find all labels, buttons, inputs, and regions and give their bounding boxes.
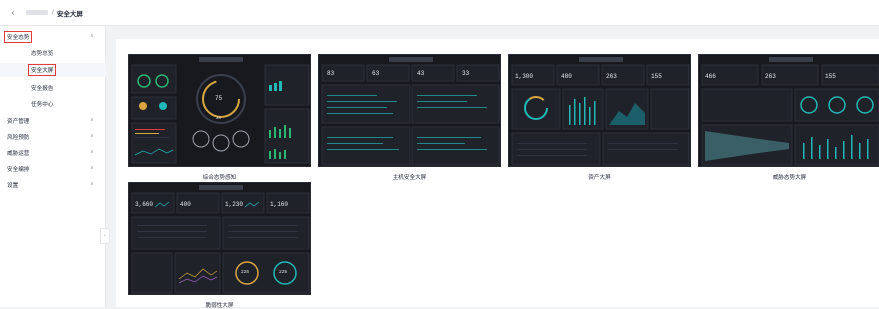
chevron-left-icon: ‹ <box>11 8 15 17</box>
back-button[interactable]: ‹ <box>8 8 18 18</box>
dashboard-preview <box>699 55 879 166</box>
sidebar-group-threat-operations[interactable]: 威胁运营 ∨ <box>0 146 106 160</box>
stat-value: 480 <box>561 73 572 80</box>
screen-thumbnail[interactable]: 466 263 155 <box>698 54 879 167</box>
dashboard-preview <box>509 55 690 166</box>
screen-card-title[interactable]: 综合态势感知 <box>128 173 311 181</box>
dashboard-preview <box>129 55 310 166</box>
stat-value: 263 <box>765 73 776 80</box>
sidebar-group-label: 风险预防 <box>7 135 30 141</box>
screen-card-title[interactable]: 脆弱性大屏 <box>128 301 311 309</box>
sidebar-group-label: 设置 <box>7 183 19 189</box>
chevron-left-icon: ‹ <box>104 233 106 239</box>
stat-value: 33 <box>462 70 470 77</box>
sidebar-item-label: 安全报告 <box>31 86 54 92</box>
dashboard-preview <box>319 55 500 166</box>
chevron-up-icon: ∧ <box>90 33 94 39</box>
stat-value: 263 <box>606 73 617 80</box>
screen-card-title[interactable]: 主机安全大屏 <box>318 173 501 181</box>
stat-value: 63 <box>372 70 380 77</box>
screen-gallery: 75 28 综合态势感知 83 63 43 33 主机安全大屏 1,300 48… <box>116 39 879 309</box>
sidebar: 安全态势 ∧ 态势总览 安全大屏 安全报告 任务中心 资产管理 ∨ 风险预防 ∨… <box>0 26 106 307</box>
breadcrumb-current: 安全大屏 <box>56 10 83 18</box>
sidebar-item-posture-overview[interactable]: 态势总览 <box>0 46 106 60</box>
sidebar-group-asset-management[interactable]: 资产管理 ∨ <box>0 114 106 128</box>
dashboard-preview <box>129 183 310 294</box>
stat-value: 43 <box>417 70 425 77</box>
screen-thumbnail[interactable]: 1,300 480 263 155 <box>508 54 691 167</box>
chevron-down-icon: ∨ <box>90 117 94 123</box>
sidebar-item-security-report[interactable]: 安全报告 <box>0 81 106 95</box>
stat-value: 155 <box>651 73 662 80</box>
screen-thumbnail[interactable]: 83 63 43 33 <box>318 54 501 167</box>
chevron-down-icon: ∨ <box>90 181 94 187</box>
sidebar-item-label: 安全大屏 <box>28 64 57 76</box>
stat-value: 155 <box>825 73 836 80</box>
screen-card-title[interactable]: 资产大屏 <box>508 173 691 181</box>
breadcrumb-previous[interactable] <box>26 10 48 15</box>
screen-thumbnail[interactable]: 3,660 400 1,230 1,160 225 225 <box>128 182 311 295</box>
chevron-down-icon: ∨ <box>90 165 94 171</box>
stat-value: 1,160 <box>270 201 289 208</box>
stat-value: 466 <box>705 73 716 80</box>
sidebar-item-label: 任务中心 <box>31 102 54 108</box>
stat-value: 3,660 <box>135 201 154 208</box>
screen-thumbnail[interactable]: 75 28 <box>128 54 311 167</box>
sidebar-group-security-orchestration[interactable]: 安全编排 ∨ <box>0 162 106 176</box>
stat-value: 225 <box>279 270 288 275</box>
sidebar-collapse-button[interactable]: ‹ <box>100 228 110 244</box>
sidebar-group-label: 安全态势 <box>4 31 33 43</box>
sidebar-item-task-center[interactable]: 任务中心 <box>0 97 106 111</box>
stat-value: 83 <box>327 70 335 77</box>
top-bar: ‹ / 安全大屏 <box>0 0 879 26</box>
chevron-down-icon: ∨ <box>90 149 94 155</box>
stat-value: 75 <box>215 95 223 102</box>
sidebar-item-security-screen[interactable]: 安全大屏 <box>0 63 106 77</box>
sidebar-group-risk-prevention[interactable]: 风险预防 ∨ <box>0 130 106 144</box>
stat-value: 225 <box>241 270 250 275</box>
sidebar-group-label: 资产管理 <box>7 119 30 125</box>
stat-value: 1,230 <box>225 201 244 208</box>
stat-value: 1,300 <box>515 73 534 80</box>
chevron-down-icon: ∨ <box>90 133 94 139</box>
stat-value: 28 <box>216 117 221 121</box>
stat-value: 400 <box>180 201 191 208</box>
sidebar-item-label: 态势总览 <box>31 51 54 57</box>
sidebar-group-settings[interactable]: 设置 ∨ <box>0 178 106 192</box>
sidebar-group-security-posture[interactable]: 安全态势 ∧ <box>0 30 106 44</box>
sidebar-group-label: 安全编排 <box>7 167 30 173</box>
sidebar-group-label: 威胁运营 <box>7 151 30 157</box>
breadcrumb-separator: / <box>52 9 54 16</box>
screen-card-title[interactable]: 威胁态势大屏 <box>698 173 879 181</box>
